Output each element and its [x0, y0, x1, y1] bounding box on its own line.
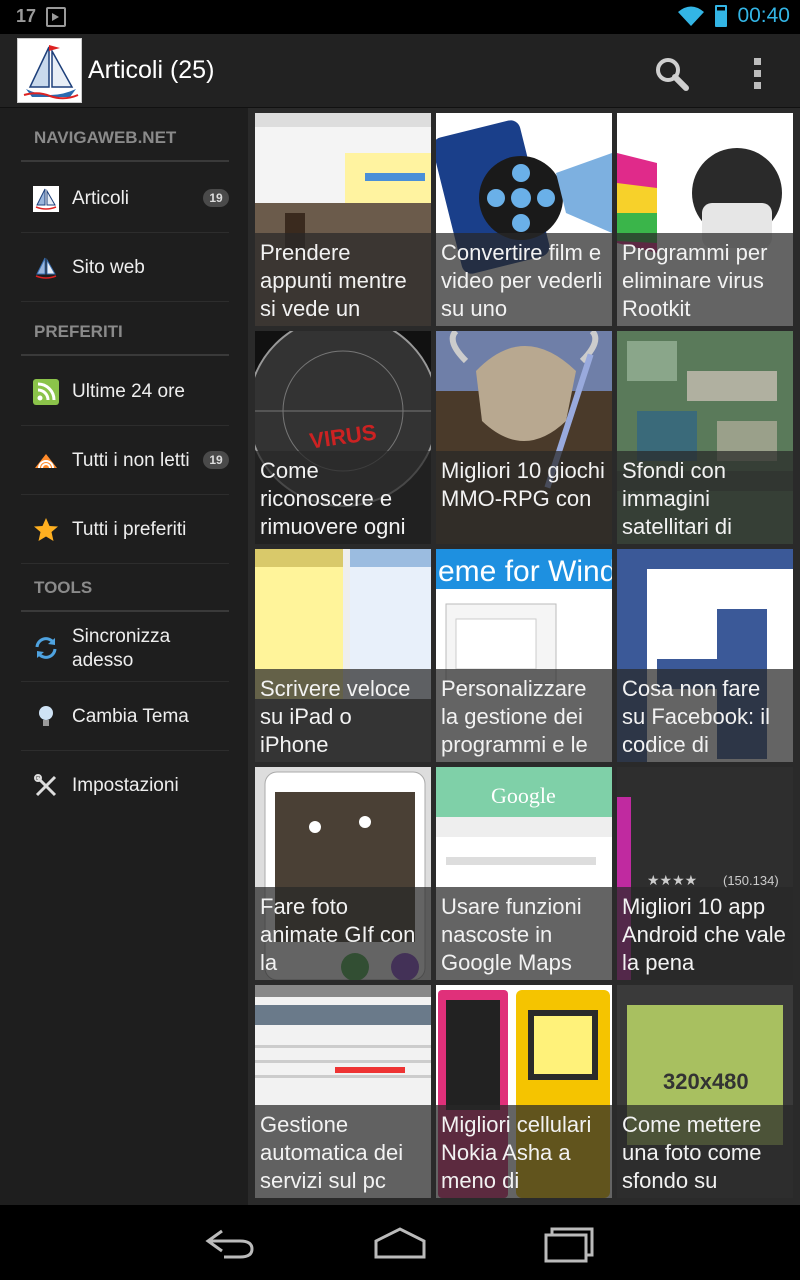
drawer-item-label: Sito web: [72, 257, 145, 278]
article-caption: Gestione automatica dei servizi sul pc: [255, 1105, 431, 1198]
settings-tools-icon: [34, 774, 57, 797]
play-store-notification-icon: [46, 6, 67, 27]
article-tile[interactable]: Cosa non fare su Facebook: il codice di: [617, 549, 793, 762]
star-icon: [34, 518, 58, 541]
article-tile[interactable]: Programmi per eliminare virus Rootkit: [617, 113, 793, 326]
unread-count-badge: 19: [203, 451, 229, 469]
drawer-item-label: Tutti i preferiti: [72, 519, 187, 540]
drawer-item-tutti-preferiti[interactable]: Tutti i preferiti: [21, 495, 229, 564]
article-tile[interactable]: Google Usare funzioni nascoste in Google…: [436, 767, 612, 980]
article-tile[interactable]: ★★★★ (150.134) Migliori 10 app Android c…: [617, 767, 793, 980]
section-header-navigaweb: NAVIGAWEB.NET: [21, 108, 229, 162]
article-tile[interactable]: Convertire film e video per vederli su u…: [436, 113, 612, 326]
svg-text:★★★★: ★★★★: [647, 872, 697, 888]
article-tile[interactable]: Sfondi con immagini satellitari di: [617, 331, 793, 544]
article-tile[interactable]: Migliori 10 giochi MMO-RPG con: [436, 331, 612, 544]
drawer-item-sito-web[interactable]: Sito web: [21, 233, 229, 302]
article-tile[interactable]: Migliori cellulari Nokia Asha a meno di: [436, 985, 612, 1198]
drawer-item-cambia-tema[interactable]: Cambia Tema: [21, 682, 229, 751]
drawer-item-label: Articoli: [72, 188, 130, 209]
rss-icon: [33, 379, 59, 405]
drawer-item-label: Sincronizza adesso: [72, 626, 171, 671]
article-caption: Migliori 10 giochi MMO-RPG con: [436, 451, 612, 544]
page-title: Articoli (25): [88, 56, 215, 84]
article-caption: Migliori cellulari Nokia Asha a meno di: [436, 1105, 612, 1198]
article-caption: Scrivere veloce su iPad o iPhone: [255, 669, 431, 762]
search-icon[interactable]: [650, 52, 694, 96]
article-caption: Migliori 10 app Android che vale la pena: [617, 887, 793, 980]
article-caption: Prendere appunti mentre si vede un: [255, 233, 431, 326]
drawer-item-ultime-24-ore[interactable]: Ultime 24 ore: [21, 357, 229, 426]
unread-feed-icon: [35, 454, 57, 469]
home-icon[interactable]: [370, 1223, 430, 1263]
sailboat-icon: [35, 257, 57, 279]
thumb-windows-text: eme for Windo: [438, 555, 612, 588]
article-caption: Sfondi con immagini satellitari di: [617, 451, 793, 544]
article-caption: Come mettere una foto come sfondo su: [617, 1105, 793, 1198]
article-tile[interactable]: Fare foto animate GIf con la: [255, 767, 431, 980]
article-tile[interactable]: VIRUS Come riconoscere e rimuovere ogni: [255, 331, 431, 544]
article-grid: Prendere appunti mentre si vede un Conve…: [248, 108, 800, 1205]
unread-count-badge: 19: [203, 189, 229, 207]
recents-icon[interactable]: [540, 1223, 600, 1263]
thumb-rating-text: (150.134): [723, 873, 779, 888]
drawer-item-label: Cambia Tema: [72, 706, 189, 727]
navigation-drawer: NAVIGAWEB.NET Articoli 19 Sito web PREFE…: [0, 108, 248, 1205]
article-caption: Convertire film e video per vederli su u…: [436, 233, 612, 326]
overflow-menu-icon[interactable]: [738, 52, 778, 96]
clock: 00:40: [737, 4, 790, 27]
thumb-resolution-text: 320x480: [663, 1069, 749, 1094]
drawer-item-label: Tutti i non letti: [72, 450, 190, 471]
notification-count: 17: [16, 6, 37, 26]
drawer-item-articoli[interactable]: Articoli 19: [21, 164, 229, 233]
article-caption: Usare funzioni nascoste in Google Maps: [436, 887, 612, 980]
drawer-item-tutti-non-letti[interactable]: Tutti i non letti 19: [21, 426, 229, 495]
wifi-icon: [678, 6, 705, 26]
article-caption: Come riconoscere e rimuovere ogni: [255, 451, 431, 544]
lightbulb-icon: [39, 706, 53, 726]
status-bar: 17 00:40: [0, 0, 800, 34]
action-bar: Articoli (25): [0, 34, 800, 108]
article-tile[interactable]: Scrivere veloce su iPad o iPhone: [255, 549, 431, 762]
app-logo-icon[interactable]: [17, 38, 82, 103]
sync-icon: [35, 637, 57, 659]
article-caption: Fare foto animate GIf con la: [255, 887, 431, 980]
back-icon[interactable]: [200, 1223, 260, 1263]
article-tile[interactable]: eme for Windo Personalizzare la gestione…: [436, 549, 612, 762]
section-header-preferiti: PREFERITI: [21, 302, 229, 356]
article-caption: Programmi per eliminare virus Rootkit: [617, 233, 793, 326]
article-tile[interactable]: Gestione automatica dei servizi sul pc: [255, 985, 431, 1198]
drawer-item-sincronizza[interactable]: Sincronizza adesso: [21, 613, 229, 682]
drawer-item-label: Ultime 24 ore: [72, 381, 185, 402]
drawer-item-impostazioni[interactable]: Impostazioni: [21, 751, 229, 820]
section-header-tools: TOOLS: [21, 558, 229, 612]
battery-icon: [715, 5, 728, 27]
article-tile[interactable]: 320x480 Come mettere una foto come sfond…: [617, 985, 793, 1198]
sailboat-logo-icon: [33, 186, 59, 212]
article-tile[interactable]: Prendere appunti mentre si vede un: [255, 113, 431, 326]
thumb-google-text: Google: [491, 783, 556, 808]
article-caption: Cosa non fare su Facebook: il codice di: [617, 669, 793, 762]
article-caption: Personalizzare la gestione dei programmi…: [436, 669, 612, 762]
drawer-item-label: Impostazioni: [72, 775, 179, 796]
system-navigation-bar: [0, 1205, 800, 1280]
